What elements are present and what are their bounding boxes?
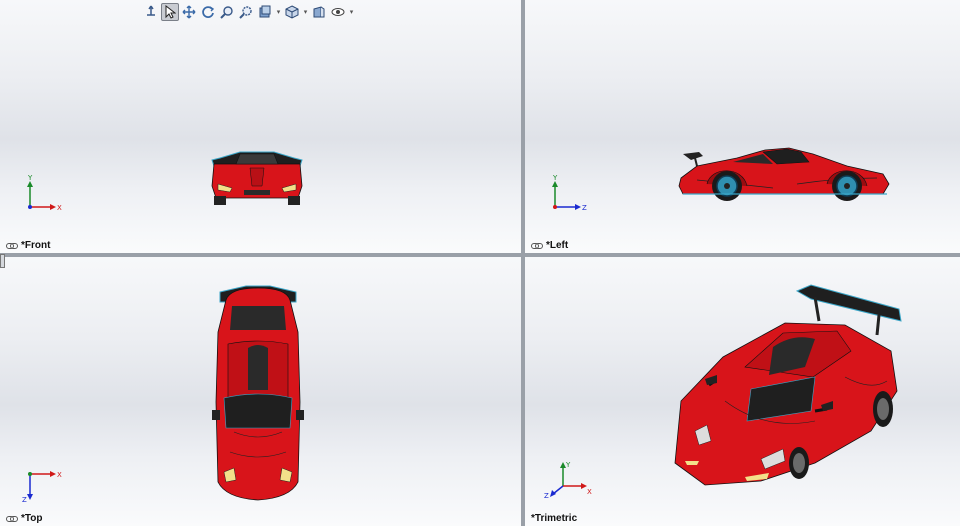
zoom-to-fit-icon [220, 6, 233, 19]
axis-label-x: X [57, 471, 62, 479]
hide-show-button[interactable] [329, 3, 347, 21]
view-orientation-icon [147, 5, 155, 16]
viewport-trimetric[interactable]: Y X Z *Trimetric [525, 257, 960, 526]
viewport-splitter-horizontal[interactable] [0, 253, 960, 257]
link-icon [6, 242, 18, 249]
hide-show-dropdown[interactable]: ▾ [348, 3, 355, 21]
viewport-label-front: *Front [6, 240, 50, 251]
zoom-to-area-button[interactable] [237, 3, 255, 21]
section-view-button[interactable] [310, 3, 328, 21]
panel-edge-handle[interactable] [0, 254, 5, 268]
viewport-left[interactable]: Y Z *Left [525, 0, 960, 253]
display-style-icon [259, 5, 271, 18]
pan-button[interactable] [180, 3, 198, 21]
coordinate-triad-left: Y Z [552, 175, 587, 212]
axis-label-y: Y [565, 461, 571, 469]
zoom-to-area-icon [239, 6, 252, 19]
viewport-name: *Left [546, 240, 569, 251]
display-style-button[interactable] [256, 3, 274, 21]
view-cube-dropdown[interactable]: ▾ [302, 3, 309, 21]
car-model-trimetric[interactable] [665, 281, 905, 495]
zoom-to-fit-button[interactable] [218, 3, 236, 21]
view-cube-icon [285, 5, 299, 19]
coordinate-triad-front: Y X [27, 175, 62, 212]
link-icon [6, 515, 18, 522]
viewport-splitter-vertical[interactable] [521, 0, 525, 526]
coordinate-triad-trimetric: Y X Z [544, 461, 592, 498]
select-arrow-icon [165, 5, 176, 19]
select-button[interactable] [161, 3, 179, 21]
viewport-front[interactable]: Y X *Front [0, 0, 521, 253]
axis-label-z: Z [22, 496, 27, 504]
heads-up-view-toolbar: ▾ ▾ ▾ [142, 2, 355, 22]
viewport-label-left: *Left [531, 240, 568, 251]
coordinate-triad-top: X Z [22, 471, 62, 504]
car-model-side[interactable] [677, 144, 893, 206]
rotate-button[interactable] [199, 3, 217, 21]
viewport-name: *Trimetric [531, 513, 578, 524]
section-view-icon [313, 6, 325, 18]
link-icon [531, 242, 543, 249]
viewport-label-trimetric: *Trimetric [531, 513, 577, 524]
car-model-front[interactable] [210, 146, 304, 206]
hide-show-icon [331, 8, 345, 16]
car-model-top[interactable] [210, 282, 306, 504]
viewport-top[interactable]: X Z *Top [0, 257, 521, 526]
viewport-label-top: *Top [6, 513, 42, 524]
view-orientation-button[interactable] [142, 3, 160, 21]
axis-label-x: X [57, 204, 62, 212]
viewport-name: *Front [21, 240, 51, 251]
axis-label-y: Y [27, 175, 33, 182]
axis-label-z: Z [544, 492, 549, 498]
viewport-name: *Top [21, 513, 43, 524]
axis-label-z: Z [582, 204, 587, 212]
rotate-icon [202, 6, 215, 18]
pan-icon [182, 5, 196, 19]
view-orientation-cube-button[interactable] [283, 3, 301, 21]
axis-label-y: Y [552, 175, 558, 182]
display-style-dropdown[interactable]: ▾ [275, 3, 282, 21]
axis-label-x: X [587, 488, 592, 496]
